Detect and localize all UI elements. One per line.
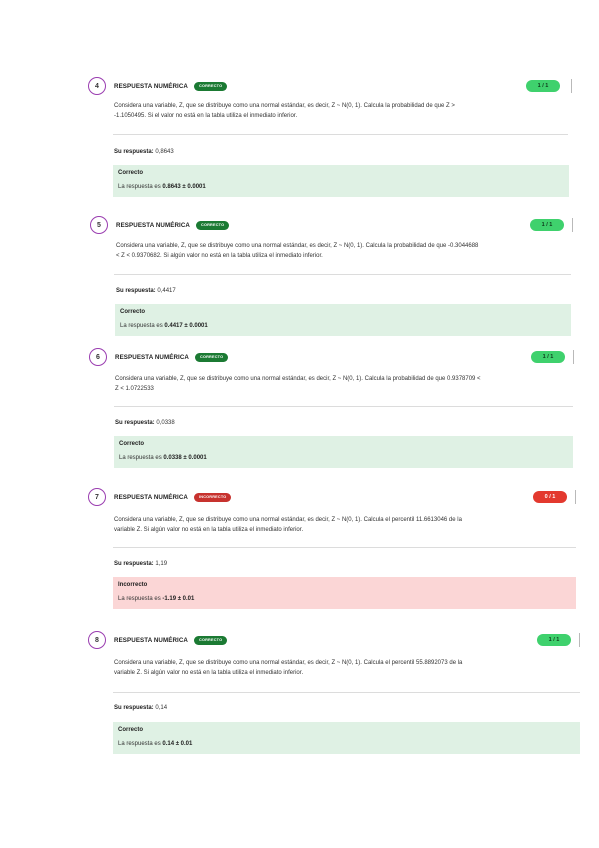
question-number: 6 <box>89 348 107 366</box>
right-divider <box>571 79 572 93</box>
question-type: RESPUESTA NUMÉRICA <box>115 353 189 361</box>
status-badge: CORRECTO <box>194 635 228 645</box>
question-type: RESPUESTA NUMÉRICA <box>114 636 188 644</box>
question-text-line: Considera una variable, Z, que se distri… <box>115 376 481 382</box>
feedback-title: Correcto <box>118 170 144 176</box>
status-badge: CORRECTO <box>196 220 230 230</box>
answer-value: 1,19 <box>155 561 168 567</box>
question-text-line: Considera una variable, Z, que se distri… <box>116 243 479 249</box>
question-number: 7 <box>88 488 106 506</box>
correct-answer: -1.19 ± 0.01 <box>162 596 195 602</box>
feedback-line: La respuesta es -1.19 ± 0.01 <box>118 596 194 602</box>
feedback-title: Correcto <box>118 727 144 733</box>
question-text-line: variable Z. Si algún valor no está en la… <box>114 527 304 533</box>
question-type: RESPUESTA NUMÉRICA <box>114 82 188 90</box>
divider <box>113 692 580 693</box>
feedback-box: Correcto La respuesta es 0.4417 ± 0.0001 <box>115 304 571 336</box>
answer-label: Su respuesta: <box>116 288 156 294</box>
question-number: 4 <box>88 77 106 95</box>
right-divider <box>575 490 576 504</box>
divider <box>113 134 568 135</box>
answer-label: Su respuesta: <box>114 561 154 567</box>
feedback-prefix: La respuesta es <box>119 455 162 461</box>
question-header: 7 RESPUESTA NUMÉRICA INCORRECTO <box>88 488 232 506</box>
feedback-title: Correcto <box>120 309 146 315</box>
status-badge: CORRECTO <box>195 352 229 362</box>
question-type: RESPUESTA NUMÉRICA <box>114 493 188 501</box>
question-text: Considera una variable, Z, que se distri… <box>115 374 481 394</box>
feedback-line: La respuesta es 0.14 ± 0.01 <box>118 741 192 747</box>
feedback-prefix: La respuesta es <box>118 596 161 602</box>
correct-answer: 0.14 ± 0.01 <box>162 741 193 747</box>
feedback-line: La respuesta es 0.4417 ± 0.0001 <box>120 323 208 329</box>
answer-label: Su respuesta: <box>114 149 154 155</box>
answer-label: Su respuesta: <box>114 705 154 711</box>
question-text: Considera una variable, Z, que se distri… <box>114 658 462 678</box>
divider <box>114 406 573 407</box>
question-type: RESPUESTA NUMÉRICA <box>116 221 190 229</box>
question-header: 6 RESPUESTA NUMÉRICA CORRECTO <box>89 348 229 366</box>
score-pill: 1 / 1 <box>531 351 565 363</box>
question-header: 4 RESPUESTA NUMÉRICA CORRECTO <box>88 77 228 95</box>
score-pill: 1 / 1 <box>526 80 560 92</box>
question-text: Considera una variable, Z, que se distri… <box>116 241 478 261</box>
question-text-line: Considera una variable, Z, que se distri… <box>114 103 455 109</box>
question-text: Considera una variable, Z, que se distri… <box>114 101 455 121</box>
correct-answer: 0.8643 ± 0.0001 <box>162 184 206 190</box>
question-text-line: Z < 1.0722533 <box>115 386 154 392</box>
answer-value: 0,0338 <box>156 420 175 426</box>
status-badge: CORRECTO <box>194 81 228 91</box>
feedback-line: La respuesta es 0.0338 ± 0.0001 <box>119 455 207 461</box>
question-text-line: < Z < 0.9370682. Si algún valor no está … <box>116 253 323 259</box>
question-text-line: -1.1050495. Si el valor no está en la ta… <box>114 113 298 119</box>
feedback-box: Incorrecto La respuesta es -1.19 ± 0.01 <box>113 577 576 609</box>
feedback-prefix: La respuesta es <box>118 741 161 747</box>
user-answer: Su respuesta: 0,8643 <box>114 149 174 155</box>
feedback-box: Correcto La respuesta es 0.0338 ± 0.0001 <box>114 436 573 468</box>
question-text-line: Considera una variable, Z, que se distri… <box>114 660 463 666</box>
answer-label: Su respuesta: <box>115 420 155 426</box>
feedback-line: La respuesta es 0.8643 ± 0.0001 <box>118 184 206 190</box>
question-text-line: variable Z. Si algún valor no está en la… <box>114 670 304 676</box>
feedback-title: Correcto <box>119 441 145 447</box>
correct-answer: 0.4417 ± 0.0001 <box>164 323 208 329</box>
score-pill: 0 / 1 <box>533 491 567 503</box>
answer-value: 0,14 <box>155 705 168 711</box>
right-divider <box>572 218 573 232</box>
feedback-title: Incorrecto <box>118 582 148 588</box>
status-badge: INCORRECTO <box>194 492 232 502</box>
correct-answer: 0.0338 ± 0.0001 <box>163 455 207 461</box>
answer-value: 0,4417 <box>157 288 176 294</box>
question-header: 8 RESPUESTA NUMÉRICA CORRECTO <box>88 631 228 649</box>
feedback-prefix: La respuesta es <box>118 184 161 190</box>
user-answer: Su respuesta: 0,14 <box>114 705 167 711</box>
score-pill: 1 / 1 <box>537 634 571 646</box>
right-divider <box>579 633 580 647</box>
divider <box>114 274 571 275</box>
question-text: Considera una variable, Z, que se distri… <box>114 515 462 535</box>
score-pill: 1 / 1 <box>530 219 564 231</box>
divider <box>113 547 576 548</box>
feedback-box: Correcto La respuesta es 0.8643 ± 0.0001 <box>113 165 569 197</box>
question-number: 8 <box>88 631 106 649</box>
question-header: 5 RESPUESTA NUMÉRICA CORRECTO <box>90 216 230 234</box>
user-answer: Su respuesta: 1,19 <box>114 561 167 567</box>
user-answer: Su respuesta: 0,0338 <box>115 420 175 426</box>
user-answer: Su respuesta: 0,4417 <box>116 288 176 294</box>
feedback-box: Correcto La respuesta es 0.14 ± 0.01 <box>113 722 580 754</box>
question-number: 5 <box>90 216 108 234</box>
feedback-prefix: La respuesta es <box>120 323 163 329</box>
answer-value: 0,8643 <box>155 149 174 155</box>
question-text-line: Considera una variable, Z, que se distri… <box>114 517 462 523</box>
right-divider <box>573 350 574 364</box>
